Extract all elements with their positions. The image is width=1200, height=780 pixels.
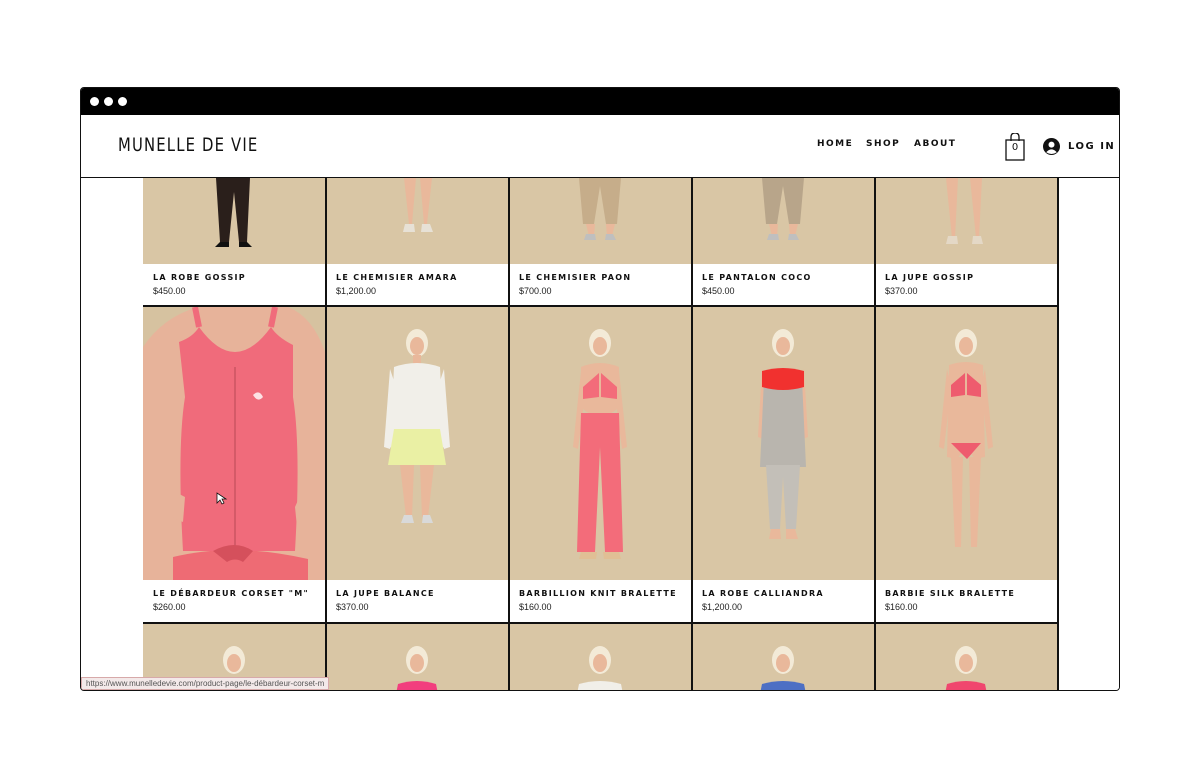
title-bar: [81, 88, 1119, 115]
product-name: LA JUPE BALANCE: [336, 589, 435, 598]
product-card[interactable]: LE CHEMISIER PAON $700.00: [509, 178, 691, 306]
nav-about[interactable]: ABOUT: [914, 139, 956, 149]
grid-divider: [508, 178, 510, 690]
grid-divider: [325, 178, 327, 690]
product-card[interactable]: BARBIE SILK BRALETTE $160.00: [875, 307, 1057, 622]
product-price: $160.00: [519, 602, 552, 612]
product-price: $260.00: [153, 602, 186, 612]
product-info: LA ROBE GOSSIP $450.00: [143, 264, 325, 306]
product-image: [692, 178, 874, 264]
product-info: LA JUPE BALANCE $370.00: [326, 580, 508, 622]
product-card[interactable]: BARBILLION KNIT BRALETTE $160.00: [509, 307, 691, 622]
product-info: LE CHEMISIER AMARA $1,200.00: [326, 264, 508, 306]
product-image: [326, 178, 508, 264]
product-name: LE DÉBARDEUR CORSET "M": [153, 589, 309, 598]
window-dot-icon[interactable]: [90, 97, 99, 106]
brand-logo[interactable]: MUNELLE DE VIE: [118, 134, 258, 156]
product-gallery: LA ROBE GOSSIP $450.00 LE CHEMISIER AMAR…: [81, 178, 1119, 690]
product-image: [875, 307, 1057, 580]
grid-divider: [143, 622, 1058, 624]
product-card[interactable]: [875, 624, 1057, 690]
product-image: [326, 307, 508, 580]
product-price: $1,200.00: [702, 602, 743, 612]
product-info: LE DÉBARDEUR CORSET "M" $260.00: [143, 580, 325, 622]
product-image: [143, 178, 325, 264]
cart-button[interactable]: 0: [1005, 132, 1025, 161]
product-image: [875, 178, 1057, 264]
browser-window: MUNELLE DE VIE HOME SHOP ABOUT 0 LOG IN: [80, 87, 1120, 691]
product-name: BARBILLION KNIT BRALETTE: [519, 589, 677, 598]
product-price: $700.00: [519, 286, 552, 296]
product-image: [509, 178, 691, 264]
window-dot-icon[interactable]: [104, 97, 113, 106]
product-name: LA ROBE GOSSIP: [153, 273, 246, 282]
product-price: $450.00: [702, 286, 735, 296]
product-price: $450.00: [153, 286, 186, 296]
grid-divider: [143, 305, 1058, 307]
product-name: BARBIE SILK BRALETTE: [885, 589, 1016, 598]
product-name: LA ROBE CALLIANDRA: [702, 589, 824, 598]
product-info: LA ROBE CALLIANDRA $1,200.00: [692, 580, 874, 622]
product-card[interactable]: LA ROBE GOSSIP $450.00: [143, 178, 325, 306]
product-info: LA JUPE GOSSIP $370.00: [875, 264, 1057, 306]
product-info: LE PANTALON COCO $450.00: [692, 264, 874, 306]
product-card[interactable]: LE CHEMISIER AMARA $1,200.00: [326, 178, 508, 306]
login-label: LOG IN: [1068, 140, 1116, 152]
window-dot-icon[interactable]: [118, 97, 127, 106]
product-name: LA JUPE GOSSIP: [885, 273, 975, 282]
site-header: MUNELLE DE VIE HOME SHOP ABOUT 0 LOG IN: [81, 115, 1119, 178]
product-image: [509, 307, 691, 580]
login-button[interactable]: LOG IN: [1043, 133, 1115, 159]
product-price: $160.00: [885, 602, 918, 612]
product-price: $370.00: [885, 286, 918, 296]
product-card[interactable]: [326, 624, 508, 690]
grid-divider: [874, 178, 876, 690]
product-name: LE CHEMISIER AMARA: [336, 273, 458, 282]
nav-home[interactable]: HOME: [817, 139, 853, 149]
product-card[interactable]: [692, 624, 874, 690]
product-image: [692, 307, 874, 580]
product-card[interactable]: [509, 624, 691, 690]
product-info: BARBIE SILK BRALETTE $160.00: [875, 580, 1057, 622]
product-card[interactable]: LA JUPE GOSSIP $370.00: [875, 178, 1057, 306]
cart-count: 0: [1011, 142, 1019, 153]
user-avatar-icon: [1043, 137, 1060, 155]
product-image: [692, 624, 874, 690]
grid-divider: [1057, 178, 1059, 690]
product-info: BARBILLION KNIT BRALETTE $160.00: [509, 580, 691, 622]
product-image: [875, 624, 1057, 690]
product-image: [509, 624, 691, 690]
nav-shop[interactable]: SHOP: [866, 139, 900, 149]
product-card[interactable]: LA ROBE CALLIANDRA $1,200.00: [692, 307, 874, 622]
status-url: https://www.munelledevie.com/product-pag…: [81, 677, 330, 690]
product-price: $1,200.00: [336, 286, 377, 296]
product-card[interactable]: LA JUPE BALANCE $370.00: [326, 307, 508, 622]
product-card[interactable]: LE DÉBARDEUR CORSET "M" $260.00: [143, 307, 325, 622]
grid-divider: [691, 178, 693, 690]
product-card[interactable]: LE PANTALON COCO $450.00: [692, 178, 874, 306]
product-image: [143, 307, 325, 580]
product-price: $370.00: [336, 602, 369, 612]
product-name: LE PANTALON COCO: [702, 273, 812, 282]
product-name: LE CHEMISIER PAON: [519, 273, 632, 282]
product-image: [326, 624, 508, 690]
product-info: LE CHEMISIER PAON $700.00: [509, 264, 691, 306]
